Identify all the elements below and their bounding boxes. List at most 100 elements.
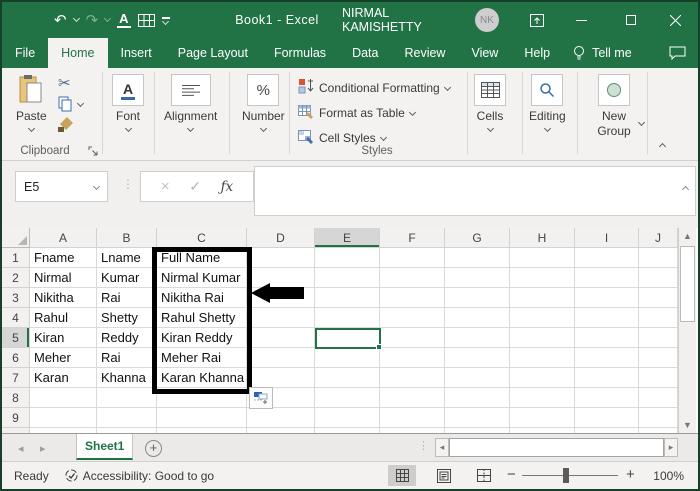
cell-J5[interactable]: [639, 328, 678, 348]
row-header-8[interactable]: 8: [2, 388, 30, 408]
cell-B5[interactable]: Reddy: [97, 328, 157, 348]
cell-I1[interactable]: [575, 248, 639, 268]
cell-A9[interactable]: [30, 408, 97, 428]
cell-I7[interactable]: [575, 368, 639, 388]
cell-C6[interactable]: Meher Rai: [157, 348, 247, 368]
zoom-percentage[interactable]: 100%: [653, 469, 684, 483]
accessibility-status[interactable]: Accessibility: Good to go: [65, 469, 214, 483]
next-sheet-icon[interactable]: ▸: [40, 434, 46, 462]
tab-formulas[interactable]: Formulas: [261, 38, 339, 68]
tab-home[interactable]: Home: [48, 38, 107, 68]
row-header-4[interactable]: 4: [2, 308, 30, 328]
cell-A4[interactable]: Rahul: [30, 308, 97, 328]
sheet-tab[interactable]: Sheet1: [76, 434, 133, 460]
row-header-7[interactable]: 7: [2, 368, 30, 388]
cell-I5[interactable]: [575, 328, 639, 348]
cell-C4[interactable]: Rahul Shetty: [157, 308, 247, 328]
cell-C5[interactable]: Kiran Reddy: [157, 328, 247, 348]
cell-J8[interactable]: [639, 388, 678, 408]
column-header-F[interactable]: F: [380, 228, 445, 248]
cut-icon[interactable]: ✂: [58, 74, 71, 92]
cell-E4[interactable]: [315, 308, 380, 328]
cell-I8[interactable]: [575, 388, 639, 408]
alignment-button[interactable]: Alignment: [164, 74, 217, 131]
scroll-left-icon[interactable]: ◂: [435, 438, 449, 457]
page-layout-view-button[interactable]: [430, 465, 458, 486]
cell-B1[interactable]: Lname: [97, 248, 157, 268]
cells-dropdown-icon[interactable]: [486, 125, 493, 132]
cell-B7[interactable]: Khanna: [97, 368, 157, 388]
cell-I2[interactable]: [575, 268, 639, 288]
cell-I3[interactable]: [575, 288, 639, 308]
flash-fill-options-button[interactable]: [249, 387, 273, 409]
cell-F5[interactable]: [380, 328, 445, 348]
tab-help[interactable]: Help: [511, 38, 563, 68]
cell-H9[interactable]: [510, 408, 575, 428]
name-box[interactable]: E5: [15, 171, 108, 202]
row-header-9[interactable]: 9: [2, 408, 30, 428]
customize-qat-icon[interactable]: [162, 17, 170, 24]
editing-button[interactable]: Editing: [529, 74, 566, 131]
cell-E9[interactable]: [315, 408, 380, 428]
cell-G6[interactable]: [445, 348, 510, 368]
cell-H3[interactable]: [510, 288, 575, 308]
cell-C2[interactable]: Nirmal Kumar: [157, 268, 247, 288]
cell-D9[interactable]: [247, 408, 315, 428]
horizontal-scroll-thumb[interactable]: [449, 438, 664, 457]
conditional-formatting-button[interactable]: Conditional Formatting: [298, 78, 450, 97]
cell-A1[interactable]: Fname: [30, 248, 97, 268]
cancel-icon[interactable]: ×: [161, 178, 170, 195]
cell-F4[interactable]: [380, 308, 445, 328]
enter-icon[interactable]: ✓: [189, 178, 201, 195]
cell-A3[interactable]: Nikitha: [30, 288, 97, 308]
cell-A7[interactable]: Karan: [30, 368, 97, 388]
cell-B4[interactable]: Shetty: [97, 308, 157, 328]
cell-F6[interactable]: [380, 348, 445, 368]
cell-F2[interactable]: [380, 268, 445, 288]
row-header-3[interactable]: 3: [2, 288, 30, 308]
column-header-A[interactable]: A: [30, 228, 97, 248]
cell-J6[interactable]: [639, 348, 678, 368]
add-sheet-button[interactable]: +: [145, 440, 162, 457]
cell-D7[interactable]: [247, 368, 315, 388]
cell-E2[interactable]: [315, 268, 380, 288]
cell-E3[interactable]: [315, 288, 380, 308]
format-as-table-button[interactable]: Format as Table: [298, 103, 415, 122]
cell-H1[interactable]: [510, 248, 575, 268]
cell-B2[interactable]: Kumar: [97, 268, 157, 288]
borders-icon[interactable]: [138, 14, 155, 27]
cell-E8[interactable]: [315, 388, 380, 408]
cell-H4[interactable]: [510, 308, 575, 328]
tab-page-layout[interactable]: Page Layout: [165, 38, 261, 68]
cell-D1[interactable]: [247, 248, 315, 268]
user-name[interactable]: NIRMAL KAMISHETTY: [342, 2, 472, 38]
row-header-2[interactable]: 2: [2, 268, 30, 288]
zoom-in-icon[interactable]: +: [626, 466, 635, 483]
column-header-J[interactable]: J: [639, 228, 678, 248]
new-group-dropdown-icon[interactable]: [638, 119, 645, 126]
format-painter-icon[interactable]: [57, 116, 74, 133]
cell-F7[interactable]: [380, 368, 445, 388]
insert-function-icon[interactable]: ƒx: [221, 179, 234, 195]
column-header-C[interactable]: C: [157, 228, 247, 248]
font-button[interactable]: A Font: [112, 74, 144, 131]
close-button[interactable]: [658, 2, 692, 38]
cell-J9[interactable]: [639, 408, 678, 428]
number-button[interactable]: % Number: [242, 74, 285, 131]
cell-H8[interactable]: [510, 388, 575, 408]
cell-C7[interactable]: Karan Khanna: [157, 368, 247, 388]
alignment-dropdown-icon[interactable]: [187, 125, 194, 132]
cell-G2[interactable]: [445, 268, 510, 288]
horizontal-scrollbar[interactable]: ◂ ▸: [435, 438, 678, 457]
column-header-B[interactable]: B: [97, 228, 157, 248]
minimize-button[interactable]: [564, 2, 598, 38]
new-group-button[interactable]: New Group: [588, 74, 640, 139]
tab-tell-me[interactable]: Tell me: [563, 38, 642, 68]
cell-E1[interactable]: [315, 248, 380, 268]
cell-D4[interactable]: [247, 308, 315, 328]
column-header-I[interactable]: I: [575, 228, 639, 248]
cells-button[interactable]: Cells: [474, 74, 506, 131]
cell-J3[interactable]: [639, 288, 678, 308]
cell-B6[interactable]: Rai: [97, 348, 157, 368]
paste-dropdown-icon[interactable]: [28, 125, 35, 132]
